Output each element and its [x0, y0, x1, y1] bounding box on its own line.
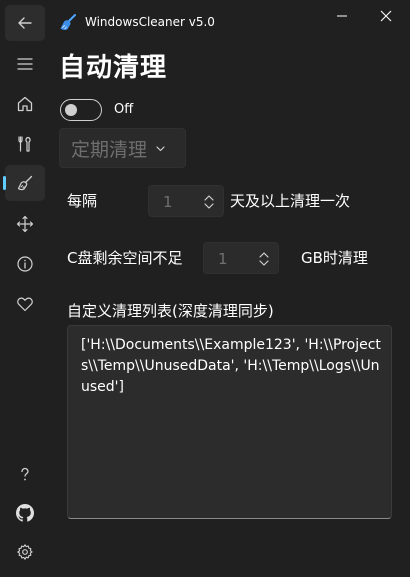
toggle-knob	[65, 103, 77, 116]
app-window: WindowsCleaner v5.0 自动清理 Off 定期清理 每隔 1 天…	[0, 0, 410, 577]
back-arrow-icon	[18, 17, 32, 29]
nav-home[interactable]	[5, 86, 45, 122]
nav-settings[interactable]	[5, 534, 45, 570]
info-icon	[17, 256, 33, 272]
nav-tools[interactable]	[5, 126, 45, 162]
interval-days-value: 1	[163, 193, 173, 211]
question-icon	[21, 467, 29, 481]
spin-updown-icon[interactable]	[258, 251, 270, 267]
clean-mode-dropdown[interactable]: 定期清理	[59, 128, 186, 168]
chevron-down-icon	[156, 145, 165, 151]
space-label: C盘剩余空间不足	[67, 249, 183, 267]
nav-rail	[0, 0, 48, 577]
close-icon	[380, 10, 392, 22]
gear-icon	[17, 544, 33, 560]
custom-clean-list-textarea[interactable]: ['H:\\Documents\\Example123', 'H:\\Proje…	[67, 325, 392, 519]
interval-label: 每隔	[67, 192, 98, 210]
space-suffix: GB时清理	[301, 249, 368, 267]
back-button[interactable]	[5, 5, 45, 41]
nav-favorites[interactable]	[5, 286, 45, 322]
minimize-button[interactable]	[320, 2, 364, 30]
tools-icon	[18, 136, 31, 152]
toggle-state-label: Off	[114, 102, 134, 117]
broom-logo-icon	[60, 14, 76, 30]
nav-info[interactable]	[5, 246, 45, 282]
active-indicator	[3, 176, 6, 190]
clean-mode-selected: 定期清理	[71, 138, 148, 161]
close-button[interactable]	[364, 2, 408, 30]
interval-suffix: 天及以上清理一次	[230, 192, 351, 210]
hamburger-icon	[17, 58, 33, 70]
home-icon	[17, 96, 33, 112]
menu-button[interactable]	[5, 46, 45, 82]
heart-icon	[17, 297, 33, 312]
space-threshold-input[interactable]: 1	[203, 242, 279, 274]
spin-updown-icon[interactable]	[203, 194, 215, 210]
move-arrows-icon	[16, 215, 34, 233]
minimize-icon	[337, 15, 347, 17]
nav-github[interactable]	[5, 495, 45, 531]
nav-help[interactable]	[5, 456, 45, 492]
github-icon	[16, 504, 34, 522]
interval-days-input[interactable]: 1	[148, 185, 224, 217]
nav-move[interactable]	[5, 206, 45, 242]
broom-icon	[17, 175, 33, 191]
space-threshold-value: 1	[218, 250, 228, 268]
app-title: WindowsCleaner v5.0	[85, 15, 215, 29]
custom-list-label: 自定义清理列表(深度清理同步)	[67, 302, 274, 320]
nav-auto-clean[interactable]	[3, 165, 45, 201]
page-title: 自动清理	[59, 53, 168, 83]
custom-clean-list-content: ['H:\\Documents\\Example123', 'H:\\Proje…	[81, 337, 381, 395]
auto-clean-toggle[interactable]	[60, 99, 102, 121]
